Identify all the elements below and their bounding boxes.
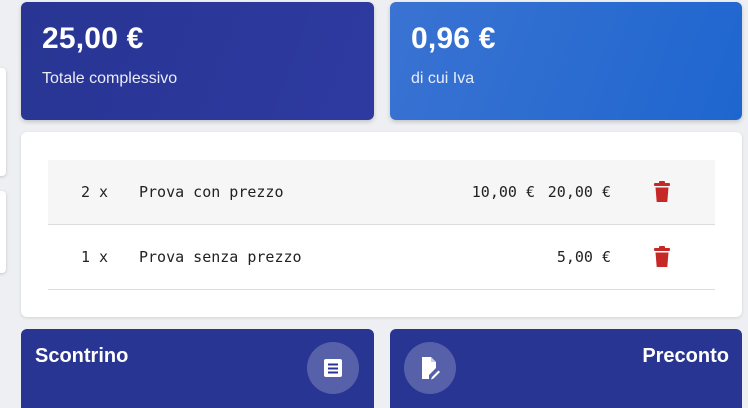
receipt-fab[interactable] [307,342,359,394]
order-lines-card: 2 x Prova con prezzo 10,00 € 20,00 € 1 x… [21,132,742,317]
grand-total-caption: Totale complessivo [42,70,178,87]
document-edit-icon [422,357,440,380]
preaccount-button-label: Preconto [642,345,729,367]
line-total: 5,00 € [556,248,611,266]
preaccount-button[interactable]: Preconto [390,329,742,408]
line-description: Prova senza prezzo [139,248,302,266]
vat-total-card: 0,96 € di cui Iva [390,2,742,120]
receipt-button-label: Scontrino [35,345,129,367]
side-card-top [0,68,6,176]
receipt-button[interactable]: Scontrino [21,329,374,408]
line-unit-price: 10,00 € [471,183,535,201]
preaccount-fab[interactable] [404,342,456,394]
line-quantity: 1 x [81,248,109,266]
side-card-bottom [0,191,6,273]
trash-icon[interactable] [653,246,671,268]
trash-icon[interactable] [653,181,671,203]
order-line[interactable]: 1 x Prova senza prezzo 5,00 € [48,225,715,290]
line-quantity: 2 x [81,183,109,201]
receipt-icon [324,359,342,377]
order-line[interactable]: 2 x Prova con prezzo 10,00 € 20,00 € [48,160,715,225]
line-total: 20,00 € [547,183,611,201]
grand-total-amount: 25,00 € [42,22,144,55]
vat-caption: di cui Iva [411,70,475,87]
vat-amount: 0,96 € [411,22,496,55]
grand-total-card: 25,00 € Totale complessivo [21,2,374,120]
line-description: Prova con prezzo [139,183,284,201]
